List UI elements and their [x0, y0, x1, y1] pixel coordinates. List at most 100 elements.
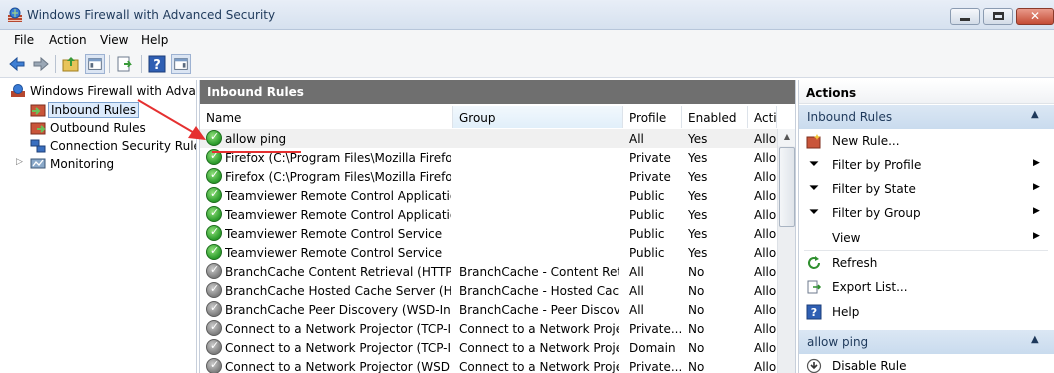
refresh-icon	[808, 256, 820, 269]
minimize-button[interactable]	[950, 8, 980, 25]
svg-text:?: ?	[153, 58, 161, 73]
rule-profile-cell: Public	[629, 246, 665, 260]
enabled-rule-icon	[206, 225, 222, 241]
outbound-rules-icon	[30, 122, 46, 135]
action-view[interactable]: View ▶	[799, 226, 1054, 250]
close-button[interactable]: ✕	[1016, 8, 1054, 25]
menu-help[interactable]: Help	[141, 33, 168, 47]
rule-action-cell: Allo	[754, 132, 777, 146]
rule-action-cell: Allo	[754, 341, 777, 355]
table-row[interactable]: BranchCache Hosted Cache Server (HTT... B…	[200, 281, 777, 300]
rule-name-cell: allow ping	[225, 132, 287, 146]
rule-enabled-cell: Yes	[688, 246, 708, 260]
table-row[interactable]: Teamviewer Remote Control Service Public Y…	[200, 224, 777, 243]
scrollbar-thumb[interactable]	[779, 147, 795, 227]
rule-enabled-cell: No	[688, 265, 705, 279]
rule-enabled-cell: No	[688, 360, 705, 373]
table-row[interactable]: BranchCache Peer Discovery (WSD-In) Branc…	[200, 300, 777, 319]
column-header-name[interactable]: Name	[200, 106, 453, 128]
column-header-group[interactable]: ⌃ Group	[453, 106, 623, 128]
actions-section-allow-ping[interactable]: allow ping ▲	[799, 330, 1054, 354]
rule-enabled-cell: No	[688, 303, 705, 317]
maximize-icon	[992, 12, 1004, 20]
collapse-icon[interactable]: ▲	[1031, 109, 1039, 120]
action-refresh[interactable]: Refresh	[799, 251, 1054, 275]
action-disable-rule[interactable]: Disable Rule	[799, 354, 1054, 373]
actions-section-inbound-rules[interactable]: Inbound Rules ▲	[799, 105, 1054, 129]
vertical-scrollbar[interactable]: ▲	[777, 129, 795, 373]
table-row[interactable]: Connect to a Network Projector (TCP-In) C…	[200, 319, 777, 338]
disabled-rule-icon	[206, 301, 222, 317]
table-row[interactable]: Teamviewer Remote Control Application Pub…	[200, 186, 777, 205]
rule-enabled-cell: Yes	[688, 132, 708, 146]
rule-action-cell: Allo	[754, 284, 777, 298]
action-help[interactable]: ? Help	[799, 300, 1054, 324]
action-new-rule[interactable]: New Rule...	[799, 129, 1054, 153]
menu-view[interactable]: View	[100, 33, 128, 47]
rule-enabled-cell: Yes	[688, 189, 708, 203]
menu-bar: File Action View Help	[0, 30, 1054, 50]
rules-pane: Inbound Rules Name ⌃ Group Profile Enabl…	[199, 80, 796, 373]
rule-enabled-cell: Yes	[688, 151, 708, 165]
rule-enabled-cell: Yes	[688, 170, 708, 184]
action-filter-by-group[interactable]: ⏷ Filter by Group ▶	[799, 201, 1054, 225]
action-export-list[interactable]: Export List...	[799, 275, 1054, 299]
new-rule-icon	[806, 134, 821, 149]
rule-profile-cell: All	[629, 284, 644, 298]
close-icon: ✕	[1029, 9, 1041, 23]
table-row[interactable]: BranchCache Content Retrieval (HTTP-In) B…	[200, 262, 777, 281]
enabled-rule-icon	[206, 187, 222, 203]
forward-arrow-icon[interactable]	[31, 54, 51, 74]
help-icon[interactable]: ?	[147, 54, 167, 74]
table-row[interactable]: Connect to a Network Projector (TCP-In) C…	[200, 338, 777, 357]
submenu-arrow-icon: ▶	[1033, 231, 1040, 241]
disabled-rule-icon	[206, 339, 222, 355]
rule-profile-cell: Private	[629, 151, 671, 165]
filter-icon: ⏷	[808, 157, 820, 172]
action-filter-by-profile[interactable]: ⏷ Filter by Profile ▶	[799, 153, 1054, 177]
submenu-arrow-icon: ▶	[1033, 182, 1040, 192]
column-header-enabled[interactable]: Enabled	[682, 106, 748, 128]
table-row[interactable]: Firefox (C:\Program Files\Mozilla Firefo…	[200, 167, 777, 186]
rule-profile-cell: Private	[629, 170, 671, 184]
rule-name-cell: Teamviewer Remote Control Application	[225, 208, 451, 222]
up-folder-icon[interactable]	[61, 54, 81, 74]
rule-name-cell: Connect to a Network Projector (TCP-In)	[225, 341, 451, 355]
rule-action-cell: Allo	[754, 265, 777, 279]
disabled-rule-icon	[206, 320, 222, 336]
show-hide-action-pane-icon[interactable]	[171, 54, 191, 74]
export-list-icon[interactable]	[115, 54, 135, 74]
title-bar: Windows Firewall with Advanced Security …	[0, 0, 1054, 30]
menu-action[interactable]: Action	[49, 33, 87, 47]
export-list-icon	[807, 280, 822, 294]
collapse-icon[interactable]: ▲	[1031, 334, 1039, 345]
rule-enabled-cell: Yes	[688, 208, 708, 222]
pane-header: Inbound Rules	[200, 80, 795, 104]
svg-text:?: ?	[811, 306, 817, 319]
toolbar-separator	[141, 55, 142, 73]
enabled-rule-icon	[206, 168, 222, 184]
disabled-rule-icon	[206, 282, 222, 298]
action-filter-by-state[interactable]: ⏷ Filter by State ▶	[799, 177, 1054, 201]
table-row[interactable]: Teamviewer Remote Control Application Pub…	[200, 205, 777, 224]
table-row[interactable]: Teamviewer Remote Control Service Public Y…	[200, 243, 777, 262]
expand-arrow-icon[interactable]: ▷	[16, 157, 23, 167]
filter-icon: ⏷	[808, 181, 820, 196]
back-arrow-icon[interactable]	[7, 54, 27, 74]
scroll-up-arrow-icon[interactable]: ▲	[778, 129, 795, 146]
rule-action-cell: Allo	[754, 322, 777, 336]
rule-name-cell: BranchCache Hosted Cache Server (HTT...	[225, 284, 451, 298]
actions-title: Actions	[799, 80, 1054, 104]
table-row[interactable]: allow ping All Yes Allo	[200, 129, 777, 148]
inbound-rules-icon	[30, 104, 46, 117]
rule-action-cell: Allo	[754, 227, 777, 241]
show-hide-tree-icon[interactable]	[85, 54, 105, 74]
maximize-button[interactable]	[983, 8, 1013, 25]
column-header-action[interactable]: Acti	[748, 106, 777, 128]
menu-file[interactable]: File	[14, 33, 34, 47]
disabled-rule-icon	[206, 263, 222, 279]
column-header-profile[interactable]: Profile	[623, 106, 682, 128]
rule-group-cell: BranchCache - Hosted Cach...	[459, 284, 619, 298]
table-row[interactable]: Connect to a Network Projector (WSD Ev..…	[200, 357, 777, 373]
rule-group-cell: BranchCache - Content Retr...	[459, 265, 619, 279]
